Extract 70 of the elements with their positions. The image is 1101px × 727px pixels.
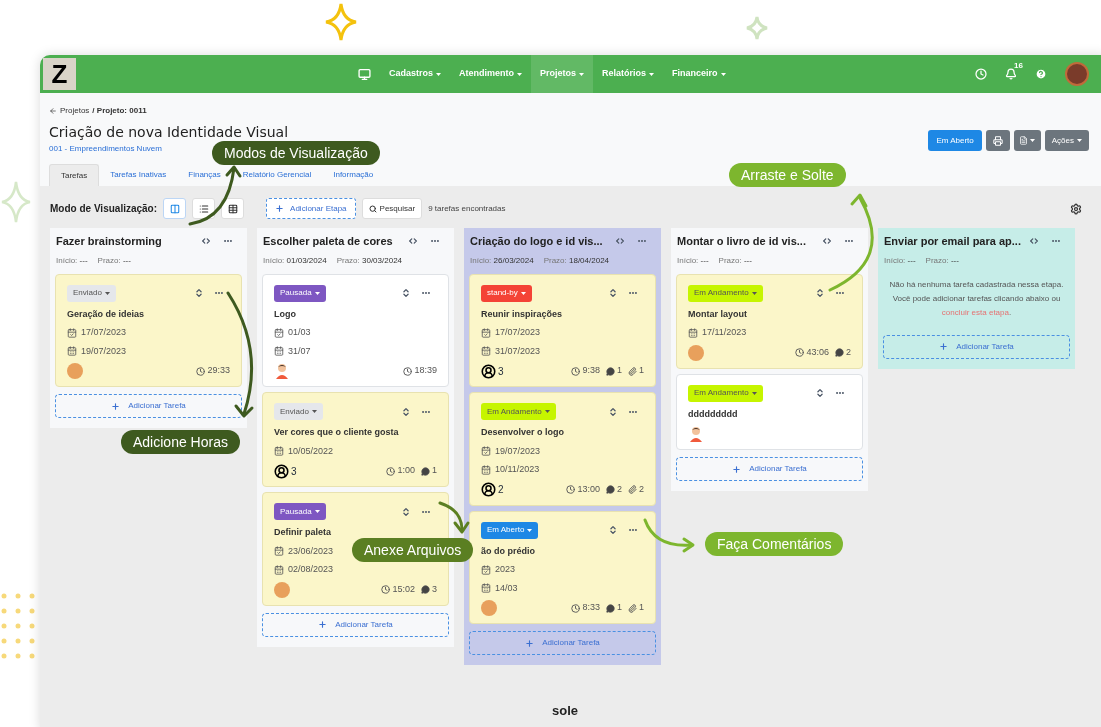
task-title: Ver cores que o cliente gosta [274, 426, 399, 439]
callout-label: Modos de Visualização [212, 141, 380, 165]
due-date: Prazo: --- [925, 254, 959, 267]
task-title: Desenvolver o logo [481, 426, 565, 439]
time-spent: 15:02 [392, 582, 415, 596]
time-spent: 13:00 [577, 482, 600, 496]
time-spent: 1:00 [397, 464, 415, 478]
task-date: 17/11/2023 [702, 326, 747, 339]
time-spent: 8:33 [582, 601, 600, 615]
assignee-count: 3 [498, 364, 504, 379]
empty-stage-message: Não há nenhuma tarefa cadastrada nessa etapa. Você pode adicionar tarefas clicando abaixo ou concluir esta etapa. [888, 278, 1065, 319]
comment-count: 1 [432, 464, 437, 478]
attachment-count: 1 [639, 601, 644, 615]
task-title: ão do prédio [481, 544, 535, 558]
column-title: Fazer brainstorming [56, 234, 162, 249]
column-title: Criação do logo e id vis... [470, 234, 603, 249]
callout-label: Anexe Arquivos [352, 538, 474, 562]
column-title: Escolher paleta de cores [263, 234, 393, 249]
task-title: Montar layout [688, 307, 747, 321]
comment-count: 2 [846, 345, 851, 359]
task-date: 2023 [495, 563, 516, 576]
callout-label: Adicione Horas [121, 430, 240, 454]
task-title: Reunir inspirações [481, 307, 563, 321]
due-date: Prazo: 18/04/2024 [543, 254, 610, 267]
task-date: 23/06/2023 [288, 544, 334, 558]
task-count: 9 tarefas encontradas [428, 202, 506, 215]
comment-count: 3 [432, 582, 437, 596]
time-spent: 9:38 [582, 364, 600, 378]
comment-count: 1 [616, 364, 622, 378]
column-title: Enviar por email para ap... [884, 234, 1021, 249]
task-date: 10/05/2022 [288, 444, 334, 458]
task-date: 19/07/2023 [495, 444, 541, 458]
comment-count: 1 [616, 601, 622, 615]
task-date: 14/03 [495, 581, 518, 595]
view-mode-label: Modo de Visualização: [50, 202, 158, 216]
start-date: Início: 01/03/2024 [263, 254, 327, 267]
due-date: Prazo: 30/03/2024 [336, 254, 403, 267]
due-date: Prazo: --- [97, 254, 131, 267]
start-date: Início: --- [884, 254, 916, 267]
task-date: 17/07/2023 [81, 326, 127, 339]
task-title: ddddddddd [688, 407, 738, 421]
column-title: Montar o livro de id vis... [677, 234, 806, 249]
task-title: Geração de ideias [67, 307, 145, 321]
task-date: 10/11/2023 [495, 463, 540, 476]
task-date: 31/07 [288, 344, 311, 358]
time-spent: 18:39 [414, 364, 437, 378]
task-title: Definir paleta [274, 526, 331, 539]
time-spent: 43:06 [806, 345, 829, 359]
time-spent: 29:33 [207, 364, 230, 378]
attachment-count: 1 [639, 364, 644, 378]
task-date: 31/07/2023 [495, 344, 541, 358]
footer-logo: sole [552, 701, 579, 720]
due-date: Prazo: --- [718, 254, 752, 267]
assignee-count: 2 [498, 483, 504, 497]
start-date: Início: --- [677, 254, 709, 267]
task-date: 17/07/2023 [495, 326, 541, 339]
start-date: Início: 26/03/2024 [470, 254, 534, 267]
callout-label: Faça Comentários [705, 532, 844, 556]
attachment-count: 2 [639, 482, 644, 496]
breadcrumb-current: / Projeto: 0011 [92, 105, 147, 117]
start-date: Início: --- [56, 254, 88, 267]
task-date: 01/03 [288, 326, 311, 339]
assignee-count: 3 [291, 464, 297, 479]
callout-label: Arraste e Solte [729, 163, 846, 187]
comment-count: 2 [616, 482, 622, 496]
task-title: Logo [274, 307, 296, 321]
project-title: Criação de nova Identidade Visual [49, 123, 289, 141]
task-date: 19/07/2023 [81, 344, 127, 358]
task-date: 02/08/2023 [288, 563, 334, 576]
notification-count: 16 [1014, 61, 1023, 71]
